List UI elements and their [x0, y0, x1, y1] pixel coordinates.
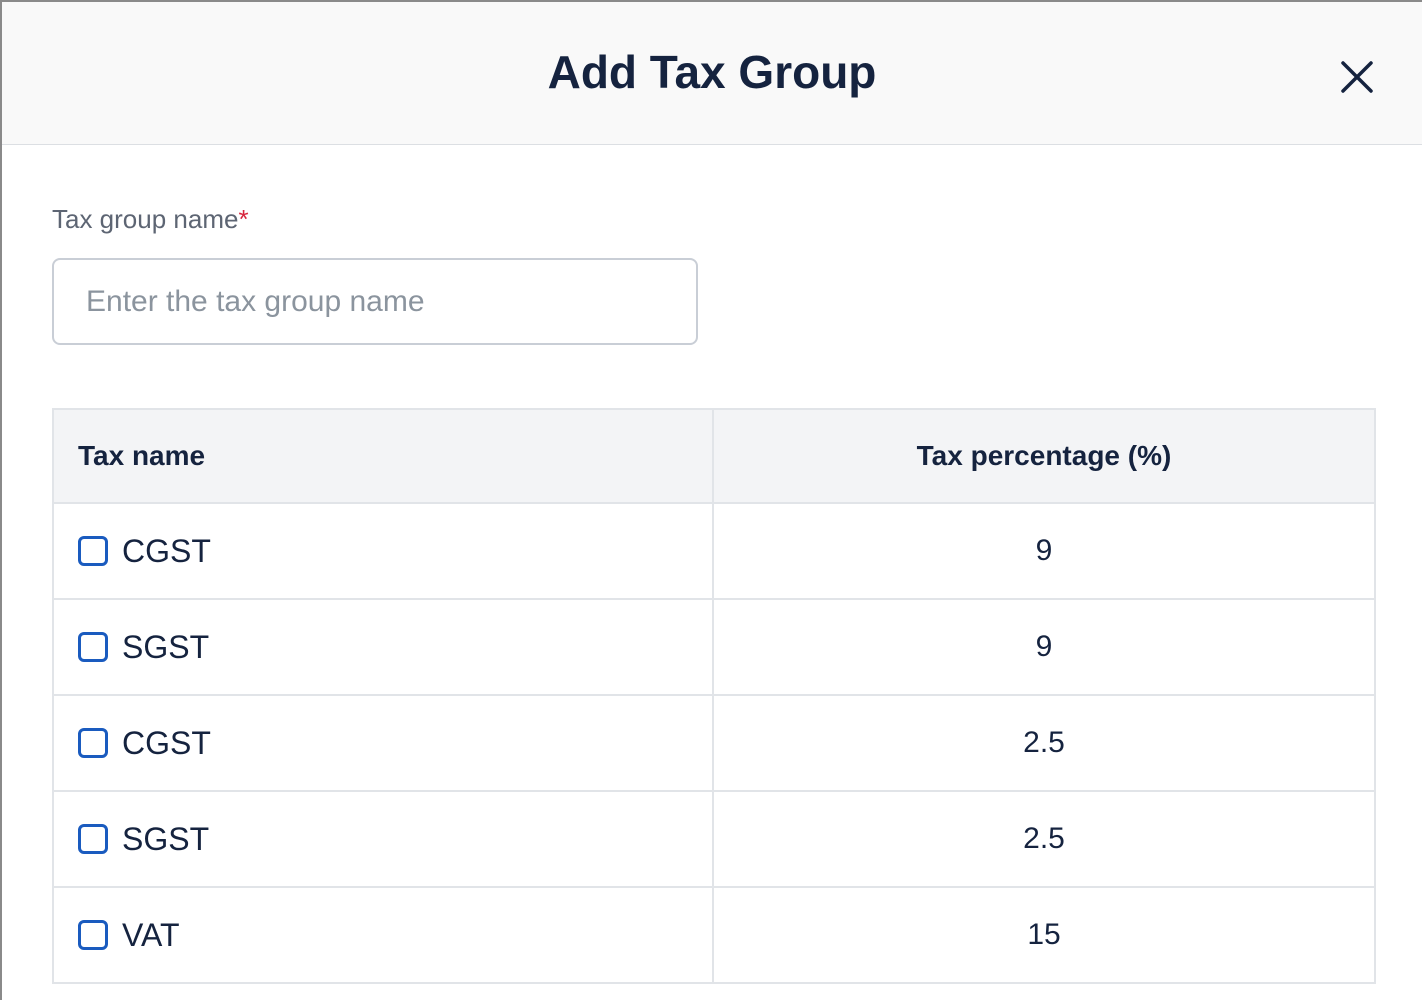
- tax-checkbox[interactable]: [78, 632, 108, 662]
- table-row: SGST 2.5: [52, 790, 1376, 888]
- table-row: SGST 9: [52, 598, 1376, 696]
- tax-name: SGST: [122, 628, 210, 665]
- tax-name-cell: SGST: [52, 598, 714, 696]
- required-marker: *: [238, 204, 249, 234]
- tax-checkbox[interactable]: [78, 920, 108, 950]
- table-row: CGST 9: [52, 502, 1376, 600]
- tax-percentage: 2.5: [712, 790, 1376, 888]
- tax-name-cell: SGST: [52, 790, 714, 888]
- tax-checkbox[interactable]: [78, 728, 108, 758]
- tax-name-cell: VAT: [52, 886, 714, 984]
- table-row: CGST 2.5: [52, 694, 1376, 792]
- tax-name: CGST: [122, 532, 211, 569]
- tax-group-name-input[interactable]: [52, 258, 698, 345]
- dialog-title: Add Tax Group: [547, 46, 877, 98]
- tax-name-cell: CGST: [52, 694, 714, 792]
- close-icon: [1341, 61, 1373, 93]
- table-row: VAT 15: [52, 886, 1376, 984]
- column-header-tax-name: Tax name: [52, 408, 714, 504]
- tax-name: VAT: [122, 916, 180, 953]
- table-header-row: Tax name Tax percentage (%): [52, 408, 1376, 504]
- tax-percentage: 15: [712, 886, 1376, 984]
- tax-group-name-label-text: Tax group name: [52, 204, 239, 234]
- tax-checkbox[interactable]: [78, 824, 108, 854]
- tax-percentage: 9: [712, 502, 1376, 600]
- column-header-tax-percentage: Tax percentage (%): [712, 408, 1376, 504]
- tax-group-name-label: Tax group name*: [52, 202, 249, 236]
- tax-percentage: 2.5: [712, 694, 1376, 792]
- tax-name-cell: CGST: [52, 502, 714, 600]
- close-button[interactable]: [1332, 52, 1382, 102]
- add-tax-group-dialog: Add Tax Group Tax group name* Tax name T…: [0, 0, 1422, 1000]
- dialog-header: Add Tax Group: [2, 2, 1422, 145]
- tax-name: CGST: [122, 724, 211, 761]
- tax-name: SGST: [122, 820, 210, 857]
- tax-table: Tax name Tax percentage (%) CGST 9 SGST …: [52, 408, 1376, 984]
- tax-checkbox[interactable]: [78, 536, 108, 566]
- tax-percentage: 9: [712, 598, 1376, 696]
